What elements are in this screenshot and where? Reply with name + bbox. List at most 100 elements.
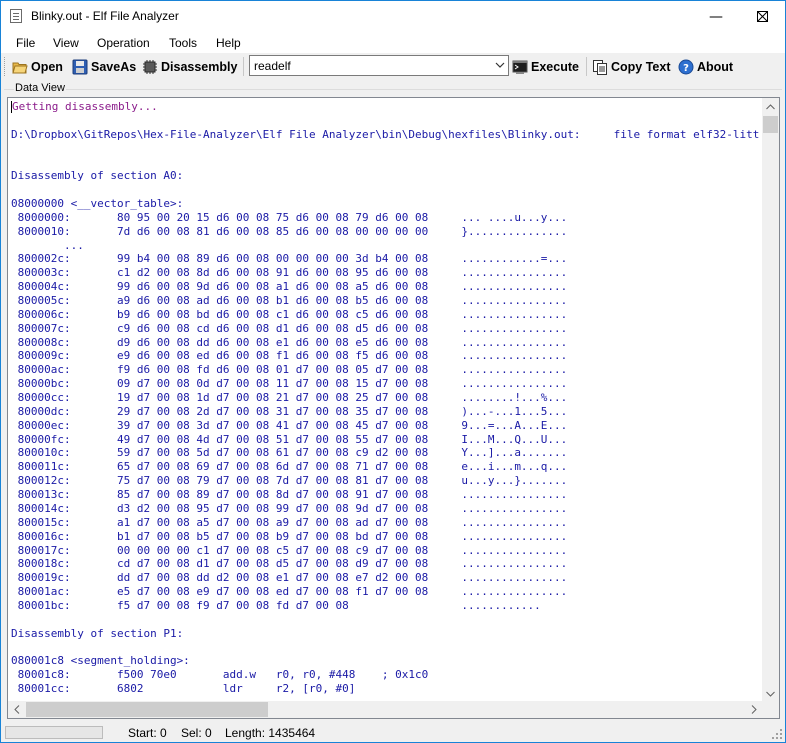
status-bar: Start: 0 Sel: 0 Length: 1435464 — [1, 721, 785, 742]
saveas-label: SaveAs — [91, 60, 137, 74]
text-caret — [11, 101, 12, 113]
data-view-line: 80000dc: 29 d7 00 08 2d d7 00 08 31 d7 0… — [11, 404, 568, 418]
command-combo-value: readelf — [254, 59, 291, 73]
command-combo[interactable]: readelf — [249, 55, 509, 76]
resize-grip-icon[interactable] — [772, 729, 782, 739]
copy-text-label: Copy Text — [611, 60, 671, 74]
data-view-line: 80001c8: f500 70e0 add.w r0, r0, #448 ; … — [11, 668, 429, 682]
data-view-line: 800015c: a1 d7 00 08 a5 d7 00 08 a9 d7 0… — [11, 515, 568, 529]
data-view-line: 800010c: 59 d7 00 08 5d d7 00 08 61 d7 0… — [11, 446, 568, 460]
data-view-line: 800019c: dd d7 00 08 dd d2 00 08 e1 d7 0… — [11, 571, 568, 585]
data-view-line: 800004c: 99 d6 00 08 9d d6 00 08 a1 d6 0… — [11, 280, 568, 294]
toolbar-separator — [586, 57, 587, 76]
data-view-line: 800008c: d9 d6 00 08 dd d6 00 08 e1 d6 0… — [11, 335, 568, 349]
data-view-group-label: Data View — [14, 82, 66, 94]
data-view-line — [11, 142, 759, 156]
data-view-line: 800002c: 99 b4 00 08 89 d6 00 08 00 00 0… — [11, 252, 568, 266]
scroll-left-arrow-icon[interactable] — [8, 701, 25, 718]
menu-bar: File View Operation Tools Help — [1, 32, 785, 53]
menu-tools[interactable]: Tools — [169, 36, 197, 50]
data-view-line: 80001ac: e5 d7 00 08 e9 d7 00 08 ed d7 0… — [11, 585, 568, 599]
vertical-scrollbar[interactable] — [762, 98, 779, 702]
toolbar-grip[interactable] — [4, 57, 8, 76]
scrollbar-corner — [762, 701, 779, 718]
data-view-line: 80001cc: 6802 ldr r2, [r0, #0] — [11, 682, 356, 694]
data-view-text[interactable]: Getting disassembly... D:\Dropbox\GitRepo… — [11, 100, 759, 694]
data-view-line: 800013c: 85 d7 00 08 89 d7 00 08 8d d7 0… — [11, 488, 568, 502]
chevron-down-icon[interactable] — [495, 58, 505, 75]
data-view-line: 800003c: c1 d2 00 08 8d d6 00 08 91 d6 0… — [11, 266, 568, 280]
data-view-line: 08000000 <__vector_table>: — [11, 197, 184, 211]
disassembly-label: Disassembly — [161, 60, 238, 74]
data-view-line — [11, 114, 759, 128]
progress-bar — [5, 726, 103, 739]
help-circle-icon: ? — [678, 59, 694, 75]
document-icon — [10, 9, 22, 23]
menu-view[interactable]: View — [53, 36, 79, 50]
data-view-line: D:\Dropbox\GitRepos\Hex-File-Analyzer\El… — [11, 127, 759, 141]
floppy-disk-icon — [72, 59, 88, 75]
data-view-line: 80000fc: 49 d7 00 08 4d d7 00 08 51 d7 0… — [11, 432, 568, 446]
data-view-panel[interactable]: Getting disassembly... D:\Dropbox\GitRepo… — [7, 97, 780, 719]
data-view-line: 800011c: 65 d7 00 08 69 d7 00 08 6d d7 0… — [11, 460, 568, 474]
copy-icon — [592, 59, 608, 75]
data-view-line: 800012c: 75 d7 00 08 79 d7 00 08 7d d7 0… — [11, 474, 568, 488]
horizontal-scroll-thumb[interactable] — [26, 702, 268, 717]
data-view-line: 80000bc: 09 d7 00 08 0d d7 00 08 11 d7 0… — [11, 377, 568, 391]
data-view-line — [11, 641, 759, 655]
disassembly-button[interactable]: Disassembly — [142, 56, 237, 78]
data-view-line: Getting disassembly... — [11, 100, 158, 113]
data-view-line: 800014c: d3 d2 00 08 95 d7 00 08 99 d7 0… — [11, 501, 568, 515]
saveas-button[interactable]: SaveAs — [72, 56, 136, 78]
data-view-line: Disassembly of section A0: — [11, 169, 184, 183]
data-view-line: 800017c: 00 00 00 00 c1 d7 00 08 c5 d7 0… — [11, 543, 568, 557]
data-view-line — [11, 183, 759, 197]
folder-open-icon — [12, 59, 28, 75]
data-view-line: 80000ec: 39 d7 00 08 3d d7 00 08 41 d7 0… — [11, 418, 568, 432]
horizontal-scrollbar[interactable] — [8, 701, 762, 718]
toolbar-separator — [243, 57, 244, 76]
data-view-line — [11, 613, 759, 627]
data-view-line: ... — [11, 238, 84, 252]
status-start: Start: 0 — [128, 726, 167, 740]
scroll-up-arrow-icon[interactable] — [762, 98, 779, 115]
about-button[interactable]: ? About — [678, 56, 733, 78]
minimize-button[interactable]: — — [693, 1, 739, 32]
data-view-line: 800009c: e9 d6 00 08 ed d6 00 08 f1 d6 0… — [11, 349, 568, 363]
data-view-line: 800006c: b9 d6 00 08 bd d6 00 08 c1 d6 0… — [11, 307, 568, 321]
data-view-line: 800018c: cd d7 00 08 d1 d7 00 08 d5 d7 0… — [11, 557, 568, 571]
open-button[interactable]: Open — [12, 56, 63, 78]
data-view-line: 800005c: a9 d6 00 08 ad d6 00 08 b1 d6 0… — [11, 294, 568, 308]
close-icon — [756, 11, 768, 22]
chip-icon — [142, 59, 158, 75]
vertical-scroll-thumb[interactable] — [763, 116, 778, 133]
data-view-line: Disassembly of section P1: — [11, 626, 184, 640]
menu-file[interactable]: File — [16, 36, 35, 50]
group-divider — [4, 89, 782, 90]
scroll-down-arrow-icon[interactable] — [762, 685, 779, 702]
title-bar[interactable]: Blinky.out - Elf File Analyzer — — [1, 1, 785, 32]
scroll-right-arrow-icon[interactable] — [745, 701, 762, 718]
data-view-line: 80001bc: f5 d7 00 08 f9 d7 00 08 fd d7 0… — [11, 598, 541, 612]
terminal-icon — [512, 59, 528, 75]
data-view-line: 80000cc: 19 d7 00 08 1d d7 00 08 21 d7 0… — [11, 391, 568, 405]
data-view-line: 8000010: 7d d6 00 08 81 d6 00 08 85 d6 0… — [11, 224, 568, 238]
data-view-line: 080001c8 <segment_holding>: — [11, 654, 190, 668]
data-view-line: 800007c: c9 d6 00 08 cd d6 00 08 d1 d6 0… — [11, 321, 568, 335]
menu-operation[interactable]: Operation — [97, 36, 150, 50]
menu-help[interactable]: Help — [216, 36, 241, 50]
status-sel: Sel: 0 — [181, 726, 212, 740]
svg-text:?: ? — [683, 63, 689, 74]
execute-button[interactable]: Execute — [512, 56, 579, 78]
about-label: About — [697, 60, 734, 74]
data-view-line: 800016c: b1 d7 00 08 b5 d7 00 08 b9 d7 0… — [11, 529, 568, 543]
status-length: Length: 1435464 — [225, 726, 316, 740]
app-window: Blinky.out - Elf File Analyzer — File Vi… — [0, 0, 786, 743]
data-view-line: 8000000: 80 95 00 20 15 d6 00 08 75 d6 0… — [11, 210, 568, 224]
execute-label: Execute — [531, 60, 579, 74]
data-view-line — [11, 155, 759, 169]
window-title: Blinky.out - Elf File Analyzer — [31, 9, 179, 23]
close-button[interactable] — [739, 1, 785, 32]
copy-text-button[interactable]: Copy Text — [592, 56, 671, 78]
open-label: Open — [31, 60, 63, 74]
